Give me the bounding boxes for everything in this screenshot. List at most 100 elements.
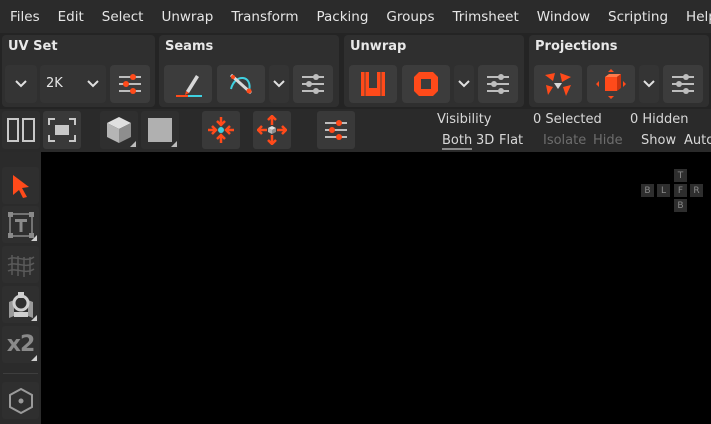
- view-navigation-cube: T B L F R B: [641, 169, 706, 216]
- toolbar-separator: [3, 373, 38, 374]
- unwrap-panel: Unwrap: [344, 35, 524, 107]
- unwrap-title: Unwrap: [350, 39, 407, 54]
- chevron-down-icon: [87, 80, 99, 88]
- projections-dropdown[interactable]: [639, 65, 659, 103]
- visibility-flat-option[interactable]: Flat: [499, 133, 523, 148]
- menu-files[interactable]: Files: [0, 9, 49, 25]
- submenu-corner-icon: [130, 141, 136, 147]
- auto-button[interactable]: Auto: [684, 133, 711, 148]
- menu-select[interactable]: Select: [93, 9, 153, 25]
- unwrap-loop-button[interactable]: [402, 65, 450, 103]
- resolution-value: 2K: [46, 76, 63, 91]
- chevron-down-icon: [273, 80, 285, 88]
- seams-dropdown[interactable]: [269, 65, 289, 103]
- sliders-icon: [119, 74, 141, 94]
- sliders-icon: [487, 74, 509, 94]
- 3d-object-mode-button[interactable]: [100, 111, 138, 149]
- seams-settings-button[interactable]: [293, 65, 333, 103]
- menu-scripting[interactable]: Scripting: [599, 9, 677, 25]
- multiply-tool-button[interactable]: x2: [2, 326, 39, 363]
- nav-back[interactable]: B: [641, 184, 654, 197]
- isolate-button[interactable]: Isolate: [543, 133, 586, 148]
- menu-groups[interactable]: Groups: [377, 9, 443, 25]
- nav-left[interactable]: L: [657, 184, 670, 197]
- menu-trimsheet[interactable]: Trimsheet: [444, 9, 528, 25]
- uvset-dropdown[interactable]: [5, 65, 37, 103]
- seams-panel: Seams: [159, 35, 339, 107]
- unwrap-u-icon: [361, 72, 385, 96]
- gather-button[interactable]: [202, 111, 240, 149]
- projections-title: Projections: [535, 39, 618, 54]
- cut-seam-button[interactable]: [217, 65, 265, 103]
- menu-help[interactable]: Help: [677, 9, 711, 25]
- frame-view-button[interactable]: [43, 111, 81, 149]
- uvset-panel: UV Set 2K: [2, 35, 155, 107]
- submenu-corner-icon: [31, 315, 37, 321]
- hidden-count: 0 Hidden: [630, 112, 689, 127]
- unwrap-dropdown[interactable]: [454, 65, 474, 103]
- visibility-label: Visibility: [437, 112, 492, 127]
- hide-button[interactable]: Hide: [593, 133, 623, 148]
- view-settings-button[interactable]: [317, 111, 355, 149]
- sliders-icon: [325, 120, 347, 140]
- unwrap-button[interactable]: [349, 65, 397, 103]
- tool-panels: UV Set 2K Seams Unwrap Projections: [0, 33, 711, 109]
- nav-top[interactable]: T: [674, 169, 687, 182]
- submenu-corner-icon: [31, 355, 37, 361]
- chevron-down-icon: [15, 80, 27, 88]
- chevron-down-icon: [643, 80, 655, 88]
- sliders-icon: [672, 74, 694, 94]
- resolution-dropdown[interactable]: 2K: [40, 65, 106, 103]
- show-button[interactable]: Show: [641, 133, 676, 148]
- cut-needle-icon: [229, 73, 253, 95]
- selected-count: 0 Selected: [533, 112, 602, 127]
- pin-tool-button[interactable]: [2, 286, 39, 323]
- texel-density-tool-button[interactable]: [2, 246, 39, 283]
- projections-panel: Projections: [529, 35, 709, 107]
- grid-warp-icon: [7, 254, 34, 277]
- visibility-both-option[interactable]: Both: [442, 133, 473, 150]
- projection-box-button[interactable]: [587, 65, 635, 103]
- scatter-button[interactable]: [253, 111, 291, 149]
- sliders-icon: [302, 74, 324, 94]
- split-view-icon: [7, 118, 35, 142]
- nav-bottom[interactable]: B: [674, 199, 687, 212]
- seam-pen-button[interactable]: [164, 65, 212, 103]
- visibility-3d-option[interactable]: 3D: [476, 133, 494, 148]
- explode-arrows-icon: [257, 115, 287, 145]
- hex-tool-button[interactable]: [2, 382, 39, 419]
- projection-unfold-button[interactable]: [534, 65, 582, 103]
- flat-object-mode-button[interactable]: [141, 111, 179, 149]
- submenu-corner-icon: [171, 141, 177, 147]
- seam-pen-icon: [176, 75, 202, 97]
- unwrap-o-icon: [414, 72, 438, 96]
- frame-icon: [48, 118, 76, 142]
- multiplier-label: x2: [6, 332, 35, 357]
- view-toolbar: Visibility Both 3D Flat 0 Selected Isola…: [0, 109, 711, 152]
- uvset-settings-button[interactable]: [110, 65, 150, 103]
- menu-transform[interactable]: Transform: [222, 9, 307, 25]
- menu-edit[interactable]: Edit: [49, 9, 93, 25]
- chevron-down-icon: [458, 80, 470, 88]
- menu-packing[interactable]: Packing: [307, 9, 377, 25]
- menu-window[interactable]: Window: [528, 9, 599, 25]
- gather-arrows-icon: [208, 117, 234, 143]
- projections-settings-button[interactable]: [663, 65, 703, 103]
- menu-bar: Files Edit Select Unwrap Transform Packi…: [0, 0, 711, 33]
- select-tool-button[interactable]: [2, 167, 39, 204]
- uv-viewport[interactable]: T B L F R B: [41, 152, 711, 424]
- nav-right[interactable]: R: [690, 184, 703, 197]
- split-view-button[interactable]: [2, 111, 40, 149]
- unwrap-settings-button[interactable]: [478, 65, 518, 103]
- transform-tool-button[interactable]: [2, 206, 39, 243]
- left-toolbar: x2: [0, 152, 41, 424]
- submenu-corner-icon: [31, 235, 37, 241]
- seams-title: Seams: [165, 39, 214, 54]
- cursor-arrow-icon: [12, 174, 29, 198]
- nav-front[interactable]: F: [674, 184, 687, 197]
- menu-unwrap[interactable]: Unwrap: [152, 9, 222, 25]
- uvset-title: UV Set: [8, 39, 58, 54]
- hexagon-icon: [8, 387, 33, 414]
- unfold-projection-icon: [545, 73, 571, 96]
- square-icon: [148, 118, 172, 142]
